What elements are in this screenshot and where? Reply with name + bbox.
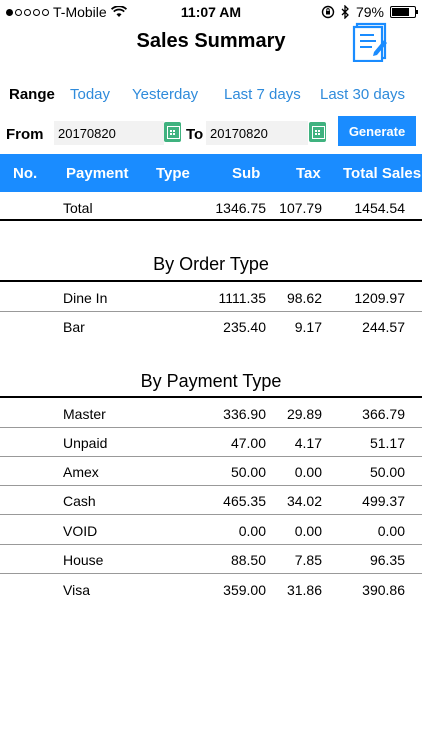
row-sub: 50.00 xyxy=(230,464,266,480)
range-label: Range xyxy=(9,86,55,103)
table-row: Unpaid 47.00 4.17 51.17 xyxy=(0,429,422,457)
row-sub: 88.50 xyxy=(230,552,266,568)
divider xyxy=(0,311,422,312)
report-document-icon[interactable] xyxy=(352,22,390,63)
header-type: Type xyxy=(156,165,190,182)
row-name: House xyxy=(63,552,104,568)
total-sub: 1346.75 xyxy=(215,200,266,216)
range-today-link[interactable]: Today xyxy=(70,86,110,103)
row-sub: 1111.35 xyxy=(218,290,267,306)
orientation-lock-icon xyxy=(321,5,335,19)
table-header: No. Payment Type Sub Tax Total Sales xyxy=(0,154,422,192)
row-name: Amex xyxy=(63,464,99,480)
from-label: From xyxy=(6,126,44,143)
table-row: Master 336.90 29.89 366.79 xyxy=(0,400,422,428)
row-name: Bar xyxy=(63,319,85,335)
divider xyxy=(0,219,422,221)
bluetooth-icon xyxy=(341,5,349,19)
header-no: No. xyxy=(13,165,38,182)
from-calendar-icon[interactable] xyxy=(164,122,181,142)
row-name: Master xyxy=(63,406,106,422)
battery-level xyxy=(392,8,410,16)
divider xyxy=(0,485,422,486)
range-last-30-days-link[interactable]: Last 30 days xyxy=(320,86,405,103)
row-sub: 47.00 xyxy=(230,435,266,451)
row-tax: 98.62 xyxy=(286,290,322,306)
total-tax: 107.79 xyxy=(279,200,322,216)
divider xyxy=(0,396,422,398)
row-name: Unpaid xyxy=(63,435,108,451)
row-tax: 7.85 xyxy=(294,552,322,568)
range-row: Range Today Yesterday Last 7 days Last 3… xyxy=(8,86,422,106)
row-tax: 34.02 xyxy=(286,493,322,509)
total-sales: 1454.54 xyxy=(354,200,405,216)
divider xyxy=(0,573,422,574)
row-total: 390.86 xyxy=(362,582,405,598)
generate-button[interactable]: Generate xyxy=(338,116,416,146)
row-tax: 9.17 xyxy=(294,319,322,335)
row-name: VOID xyxy=(63,523,98,539)
row-total: 0.00 xyxy=(377,523,405,539)
range-yesterday-link[interactable]: Yesterday xyxy=(132,86,198,103)
status-bar: T-Mobile 11:07 AM 79% xyxy=(0,0,422,24)
row-tax: 0.00 xyxy=(294,464,322,480)
header-payment: Payment xyxy=(66,165,129,182)
row-tax: 29.89 xyxy=(286,406,322,422)
table-row: Bar 235.40 9.17 244.57 xyxy=(0,313,422,341)
payment-type-title: By Payment Type xyxy=(140,371,282,391)
divider xyxy=(0,544,422,545)
table-row: VOID 0.00 0.00 0.00 xyxy=(0,517,422,545)
table-row: Amex 50.00 0.00 50.00 xyxy=(0,458,422,486)
divider xyxy=(0,514,422,515)
row-total: 499.37 xyxy=(362,493,405,509)
table-row: Visa 359.00 31.86 390.86 xyxy=(0,576,422,604)
row-total: 366.79 xyxy=(362,406,405,422)
row-total: 51.17 xyxy=(369,435,405,451)
row-name: Dine In xyxy=(63,290,108,306)
divider xyxy=(0,456,422,457)
row-sub: 336.90 xyxy=(223,406,266,422)
row-tax: 31.86 xyxy=(286,582,322,598)
status-right: 79% xyxy=(321,4,418,20)
row-total: 244.57 xyxy=(362,319,405,335)
row-tax: 4.17 xyxy=(294,435,322,451)
table-row: Dine In 1111.35 98.62 1209.97 xyxy=(0,284,422,312)
row-sub: 465.35 xyxy=(223,493,266,509)
row-sub: 0.00 xyxy=(238,523,266,539)
header-total-sales: Total Sales xyxy=(343,165,422,182)
battery-percent: 79% xyxy=(355,4,384,20)
order-type-title: By Order Type xyxy=(153,254,269,274)
to-date-field[interactable] xyxy=(206,121,308,145)
table-row: Cash 465.35 34.02 499.37 xyxy=(0,487,422,515)
row-total: 50.00 xyxy=(369,464,405,480)
row-name: Cash xyxy=(63,493,96,509)
total-row: Total 1346.75 107.79 1454.54 xyxy=(0,194,422,222)
row-total: 96.35 xyxy=(369,552,405,568)
to-label: To xyxy=(186,126,204,143)
date-range-row: From To Generate xyxy=(0,116,422,148)
header-sub: Sub xyxy=(232,165,261,182)
to-calendar-icon[interactable] xyxy=(309,122,326,142)
battery-icon xyxy=(390,6,418,18)
from-date-field[interactable] xyxy=(54,121,164,145)
total-label: Total xyxy=(63,200,93,216)
row-sub: 359.00 xyxy=(223,582,266,598)
divider xyxy=(0,280,422,282)
header-tax: Tax xyxy=(296,165,321,182)
table-row: House 88.50 7.85 96.35 xyxy=(0,546,422,574)
range-last-7-days-link[interactable]: Last 7 days xyxy=(224,86,301,103)
row-name: Visa xyxy=(63,582,90,598)
row-tax: 0.00 xyxy=(294,523,322,539)
row-sub: 235.40 xyxy=(223,319,266,335)
row-total: 1209.97 xyxy=(354,290,405,306)
divider xyxy=(0,427,422,428)
